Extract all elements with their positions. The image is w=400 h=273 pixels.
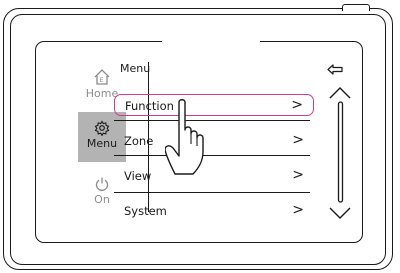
menu-item-label: View <box>124 169 152 183</box>
chevron-up-icon <box>329 87 351 99</box>
menu-item-system[interactable]: System > <box>114 200 314 222</box>
nav-on-label: On <box>94 193 110 206</box>
back-arrow-icon[interactable] <box>326 64 344 78</box>
gear-icon <box>94 120 110 136</box>
menu-divider <box>114 192 310 193</box>
menu-title: Menu <box>120 62 151 75</box>
chevron-right-icon: > <box>292 132 304 148</box>
menu-item-label: System <box>124 204 167 218</box>
chevron-right-icon: > <box>292 202 304 218</box>
scrollbar[interactable] <box>325 84 355 224</box>
house-icon: E <box>94 69 110 85</box>
nav-menu-label: Menu <box>86 137 118 150</box>
screen-border-gap <box>162 38 260 44</box>
chevron-down-icon <box>329 207 351 219</box>
power-icon <box>95 177 109 191</box>
pointing-hand-icon <box>165 99 204 175</box>
svg-text:E: E <box>100 77 104 84</box>
chevron-right-icon: > <box>292 167 304 183</box>
scroll-track <box>337 101 344 203</box>
device-top-button <box>342 4 370 11</box>
chevron-right-icon: > <box>291 97 303 113</box>
menu-item-label: Zone <box>124 134 154 148</box>
